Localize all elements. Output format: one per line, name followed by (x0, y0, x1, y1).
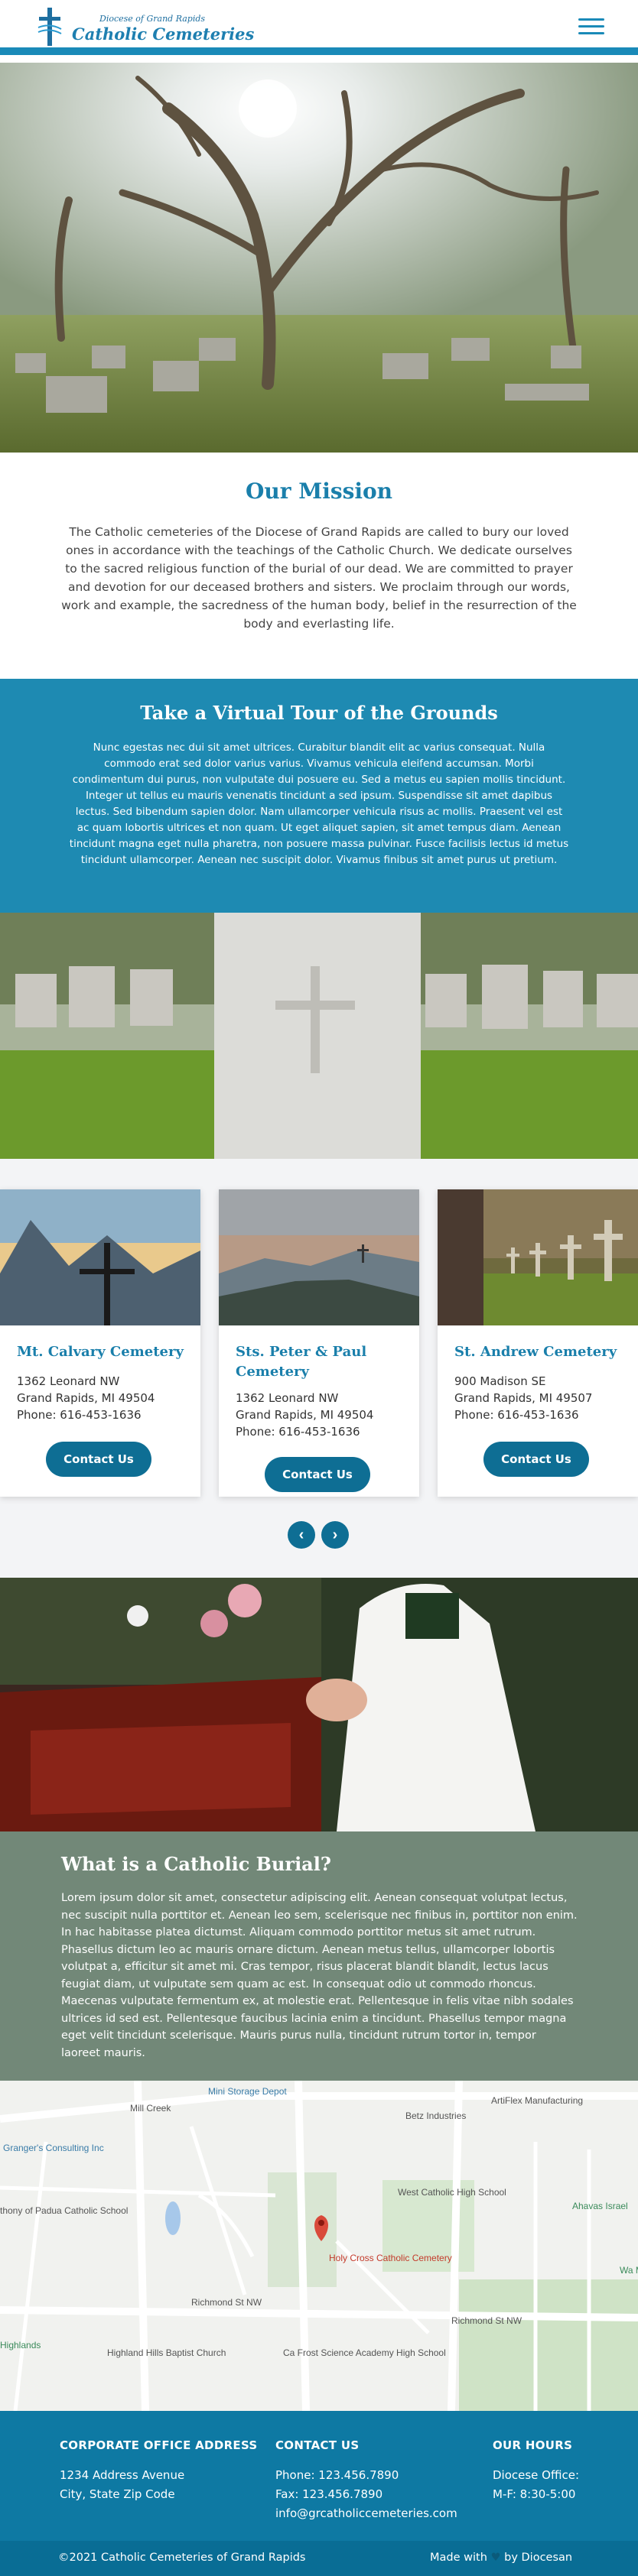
made-by-link[interactable]: Made with ♥ by Diocesan (430, 2552, 572, 2564)
copyright-bar: ©2021 Catholic Cemeteries of Grand Rapid… (0, 2541, 638, 2576)
copyright-text: ©2021 Catholic Cemeteries of Grand Rapid… (58, 2552, 306, 2564)
map-label: Richmond St NW (451, 2315, 522, 2326)
cemetery-card: Sts. Peter & Paul Cemetery 1362 Leonard … (219, 1189, 419, 1497)
cemetery-image (0, 1189, 200, 1325)
footer-hours: OUR HOURS Diocese Office: M-F: 8:30-5:00 (493, 2438, 580, 2501)
carousel-prev-button[interactable]: ‹ (288, 1521, 315, 1549)
footer-email-link[interactable]: info@grcatholiccemeteries.com (275, 2504, 457, 2523)
footer-address: CORPORATE OFFICE ADDRESS 1234 Address Av… (60, 2438, 258, 2501)
footer-phone[interactable]: Phone: 123.456.7890 (275, 2466, 457, 2485)
site-header: Diocese of Grand Rapids Catholic Cemeter… (0, 0, 638, 55)
cemeteries-carousel: Mt. Calvary Cemetery 1362 Leonard NW Gra… (0, 1159, 638, 1578)
map-label: Mill Creek (130, 2103, 171, 2114)
burial-text: Lorem ipsum dolor sit amet, consectetur … (61, 1892, 578, 2059)
burial-image (0, 1578, 638, 1831)
mission-section: Our Mission The Catholic cemeteries of t… (0, 453, 638, 679)
mission-title: Our Mission (245, 479, 393, 504)
map-label: Highland Hills Baptist Church (107, 2347, 226, 2358)
map-label: Richmond St NW (191, 2297, 262, 2308)
footer-contact: CONTACT US Phone: 123.456.7890 Fax: 123.… (275, 2438, 457, 2523)
cemetery-name: St. Andrew Cemetery (454, 1344, 617, 1360)
hero-image (0, 63, 638, 453)
map-label: Mini Storage Depot (208, 2086, 287, 2097)
logo-tagline: Diocese of Grand Rapids (99, 14, 206, 24)
carousel-next-button[interactable]: › (321, 1521, 349, 1549)
map-label: Granger's Consulting Inc (3, 2143, 104, 2153)
cross-logo-icon (37, 8, 62, 46)
cemetery-name: Sts. Peter & Paul Cemetery (236, 1344, 367, 1380)
map-label: Ahavas Israel (572, 2201, 628, 2211)
map-label: Wa Me (620, 2265, 638, 2276)
cemetery-image (438, 1189, 638, 1325)
tour-title: Take a Virtual Tour of the Grounds (140, 702, 498, 724)
graves-image[interactable] (0, 913, 638, 1159)
cemetery-address: 1362 Leonard NW Grand Rapids, MI 49504 P… (17, 1374, 155, 1422)
tour-text: Nunc egestas nec dui sit amet ultrices. … (69, 741, 569, 866)
map-label: Betz Industries (405, 2110, 466, 2121)
contact-us-button[interactable]: Contact Us (483, 1442, 589, 1477)
contact-us-button[interactable]: Contact Us (46, 1442, 151, 1477)
cemetery-image (219, 1189, 419, 1325)
cemetery-card: Mt. Calvary Cemetery 1362 Leonard NW Gra… (0, 1189, 200, 1497)
map-label: Highlands (0, 2340, 41, 2351)
logo-title: Catholic Cemeteries (72, 24, 255, 44)
cemetery-address: 900 Madison SE Grand Rapids, MI 49507 Ph… (454, 1374, 593, 1422)
hamburger-menu-icon[interactable] (578, 18, 604, 37)
site-logo[interactable]: Diocese of Grand Rapids Catholic Cemeter… (37, 6, 254, 47)
map-label: Ca Frost Science Academy High School (283, 2347, 446, 2358)
map-label: West Catholic High School (398, 2187, 506, 2198)
location-map[interactable]: Mini Storage Depot Betz Industries ArtiF… (0, 2081, 638, 2411)
virtual-tour-section: Take a Virtual Tour of the Grounds Nunc … (0, 679, 638, 913)
footer-fax: Fax: 123.456.7890 (275, 2487, 383, 2501)
site-footer: CORPORATE OFFICE ADDRESS 1234 Address Av… (0, 2411, 638, 2576)
cemetery-address: 1362 Leonard NW Grand Rapids, MI 49504 P… (236, 1391, 374, 1439)
mission-text: The Catholic cemeteries of the Diocese o… (61, 525, 577, 631)
catholic-burial-section: What is a Catholic Burial? Lorem ipsum d… (0, 1831, 638, 2081)
map-label: thony of Padua Catholic School (0, 2205, 128, 2216)
map-label: ArtiFlex Manufacturing (491, 2095, 583, 2106)
burial-title: What is a Catholic Burial? (61, 1853, 331, 1875)
contact-us-button[interactable]: Contact Us (265, 1457, 370, 1492)
heart-icon: ♥ (490, 2552, 501, 2564)
cemetery-name: Mt. Calvary Cemetery (17, 1344, 184, 1360)
map-label: Holy Cross Catholic Cemetery (329, 2253, 452, 2263)
cemetery-card: St. Andrew Cemetery 900 Madison SE Grand… (438, 1189, 638, 1497)
